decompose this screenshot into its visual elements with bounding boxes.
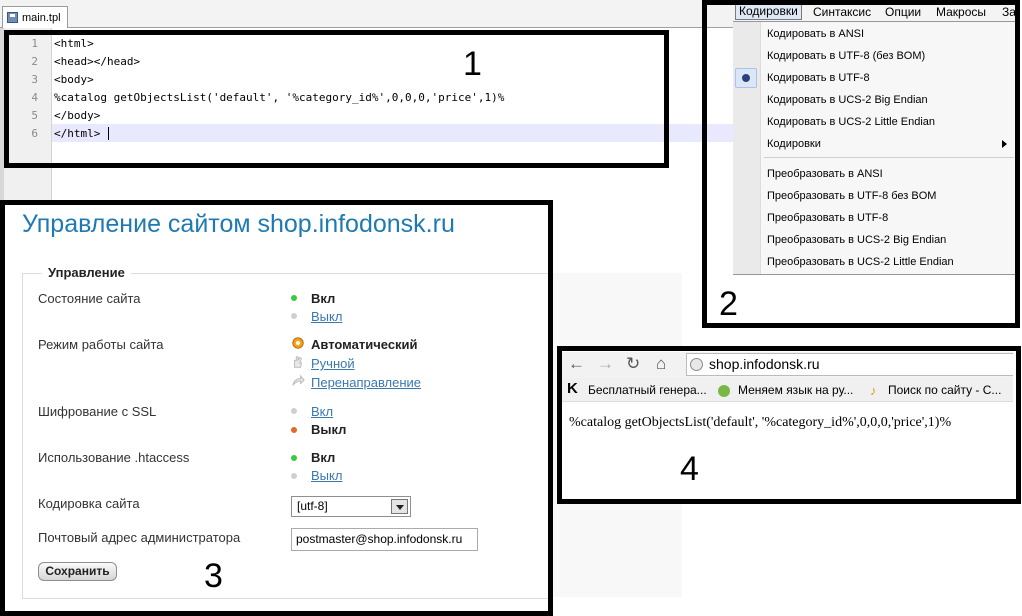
annotation-frame-3: [0, 200, 553, 616]
annotation-frame-2: [702, 0, 1020, 328]
annotation-number-4: 4: [680, 450, 699, 488]
tab-label: main.tpl: [22, 11, 61, 24]
annotation-number-1: 1: [463, 45, 482, 83]
editor-tab-bar: [0, 0, 735, 28]
annotation-number-3: 3: [204, 557, 223, 595]
tab-main-tpl[interactable]: main.tpl: [2, 6, 68, 28]
annotation-frame-1: [4, 30, 669, 168]
annotation-frame-4: [557, 346, 1021, 504]
save-disk-icon: [7, 12, 18, 23]
annotation-number-2: 2: [719, 285, 738, 323]
